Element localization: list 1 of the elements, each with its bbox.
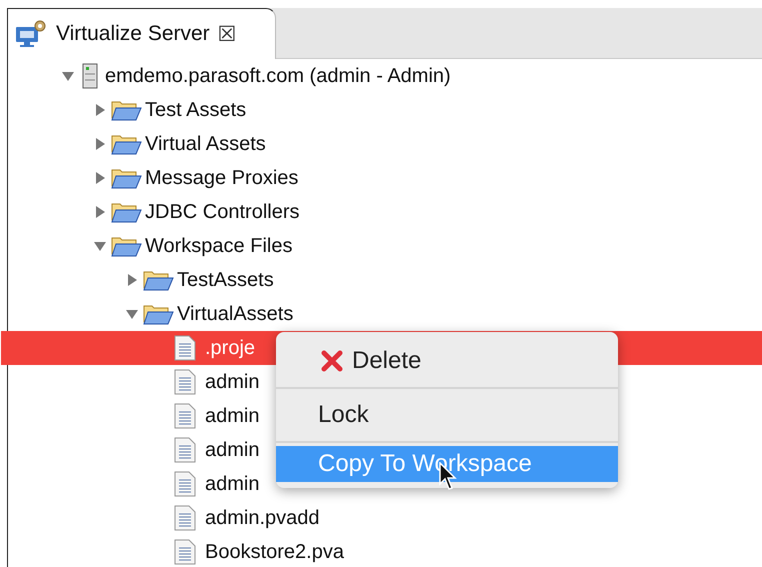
tab-title: Virtualize Server bbox=[56, 22, 210, 46]
